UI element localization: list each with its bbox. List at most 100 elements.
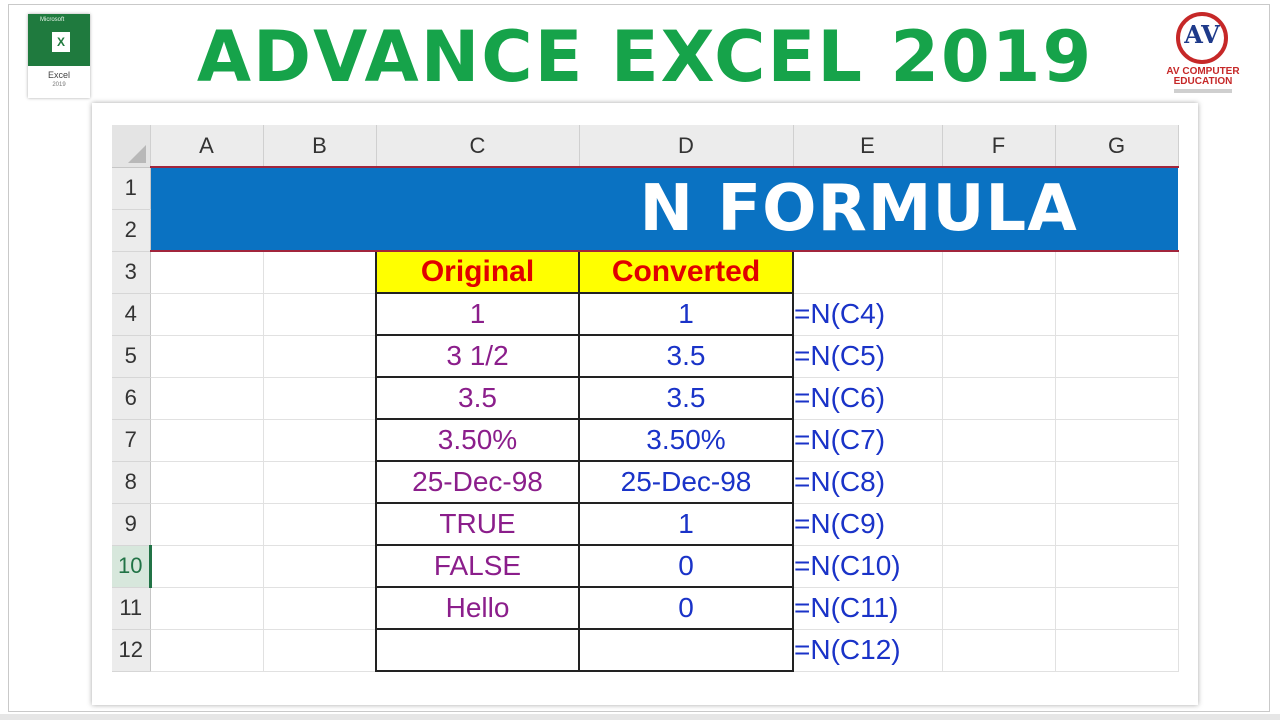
row-header-4[interactable]: 4 [112,293,151,336]
row-header-10[interactable]: 10 [112,545,152,588]
original-cell[interactable]: Hello [375,586,580,630]
cell[interactable] [150,461,264,504]
spreadsheet: A B C D E F G 1 N FORMULA 2 3 Original C… [112,125,1180,687]
column-header-d[interactable]: D [579,125,794,168]
cell[interactable] [150,419,264,462]
cell[interactable] [263,293,377,336]
cell[interactable] [1055,419,1179,462]
cell[interactable] [150,503,264,546]
column-header-f[interactable]: F [942,125,1056,168]
cell[interactable] [942,335,1056,378]
converted-cell[interactable]: 0 [578,544,794,588]
cell[interactable] [150,293,264,336]
row-header-2[interactable]: 2 [112,209,151,252]
av-logo-letters: AV [1184,20,1220,49]
converted-cell[interactable]: 3.5 [578,376,794,420]
cell[interactable] [263,251,377,294]
cell[interactable] [263,503,377,546]
formula-cell[interactable]: =N(C4) [793,293,943,336]
converted-cell[interactable] [578,628,794,672]
converted-cell[interactable]: 1 [578,502,794,546]
cell[interactable] [942,251,1056,294]
cell[interactable] [150,587,264,630]
cell[interactable] [793,251,943,294]
cell[interactable] [150,335,264,378]
original-cell[interactable]: 3 1/2 [375,334,580,378]
row-header-11[interactable]: 11 [112,587,151,630]
row-header-9[interactable]: 9 [112,503,151,546]
cell[interactable] [942,419,1056,462]
formula-cell[interactable]: =N(C10) [793,545,943,588]
cell[interactable] [942,503,1056,546]
cell[interactable] [150,377,264,420]
row-header-1[interactable]: 1 [112,167,151,210]
original-cell[interactable]: 3.50% [375,418,580,462]
cell[interactable] [1055,293,1179,336]
cell[interactable] [150,545,264,588]
original-cell[interactable]: 25-Dec-98 [375,460,580,504]
cell[interactable] [942,377,1056,420]
header-original[interactable]: Original [375,250,580,294]
row-header-8[interactable]: 8 [112,461,151,504]
cell[interactable] [263,545,377,588]
column-header-b[interactable]: B [263,125,377,168]
formula-cell[interactable]: =N(C7) [793,419,943,462]
formula-cell[interactable]: =N(C9) [793,503,943,546]
cell[interactable] [1055,335,1179,378]
converted-cell[interactable]: 0 [578,586,794,630]
table-row: 9 TRUE 1 =N(C9) [112,502,1179,546]
excel-logo: Microsoft X Excel 2019 [28,14,90,98]
table-row: 7 3.50% 3.50% =N(C7) [112,418,1179,462]
cell[interactable] [942,629,1056,672]
header-converted[interactable]: Converted [578,250,794,294]
formula-cell[interactable]: =N(C11) [793,587,943,630]
cell[interactable] [263,377,377,420]
cell[interactable] [263,461,377,504]
cell[interactable] [150,629,264,672]
av-logo-underline [1174,89,1232,93]
converted-cell[interactable]: 3.50% [578,418,794,462]
excel-icon: X [52,32,70,52]
converted-cell[interactable]: 1 [578,292,794,336]
cell[interactable] [1055,545,1179,588]
formula-cell[interactable]: =N(C6) [793,377,943,420]
row-header-6[interactable]: 6 [112,377,151,420]
column-header-e[interactable]: E [793,125,943,168]
cell[interactable] [1055,503,1179,546]
cell[interactable] [942,545,1056,588]
row-header-5[interactable]: 5 [112,335,151,378]
row-header-3[interactable]: 3 [112,251,151,294]
original-cell[interactable]: 1 [375,292,580,336]
row-header-12[interactable]: 12 [112,629,151,672]
cell[interactable] [263,419,377,462]
banner-cell[interactable]: N FORMULA [150,166,1178,252]
cell[interactable] [1055,629,1179,672]
cell[interactable] [942,461,1056,504]
cell[interactable] [1055,251,1179,294]
cell[interactable] [1055,587,1179,630]
excel-logo-name: Excel [47,70,70,80]
column-header-g[interactable]: G [1055,125,1179,168]
select-all-button[interactable] [112,125,151,168]
original-cell[interactable] [375,628,580,672]
cell[interactable] [1055,461,1179,504]
original-cell[interactable]: FALSE [375,544,580,588]
original-cell[interactable]: TRUE [375,502,580,546]
cell[interactable] [263,587,377,630]
cell[interactable] [942,293,1056,336]
column-header-c[interactable]: C [376,125,580,168]
bottom-strip [0,714,1280,720]
cell[interactable] [942,587,1056,630]
original-cell[interactable]: 3.5 [375,376,580,420]
formula-cell[interactable]: =N(C12) [793,629,943,672]
converted-cell[interactable]: 25-Dec-98 [578,460,794,504]
cell[interactable] [263,629,377,672]
formula-cell[interactable]: =N(C5) [793,335,943,378]
cell[interactable] [1055,377,1179,420]
column-header-a[interactable]: A [150,125,264,168]
formula-cell[interactable]: =N(C8) [793,461,943,504]
converted-cell[interactable]: 3.5 [578,334,794,378]
cell[interactable] [263,335,377,378]
cell[interactable] [150,251,264,294]
row-header-7[interactable]: 7 [112,419,151,462]
